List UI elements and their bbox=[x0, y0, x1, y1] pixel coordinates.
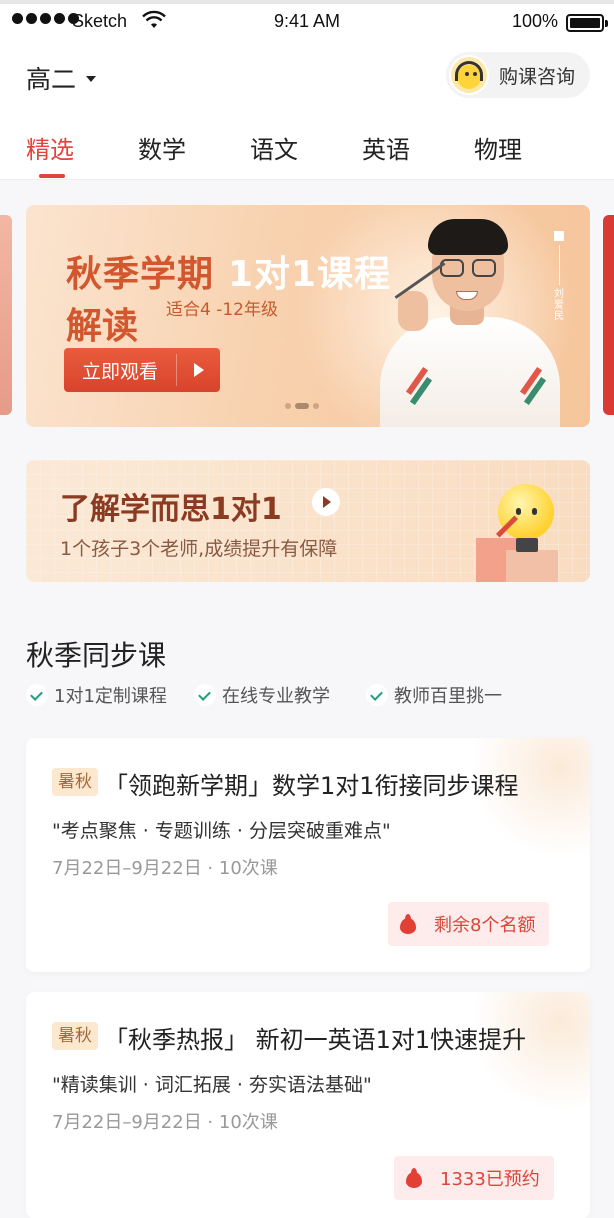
banner-title-part1: 秋季学期 bbox=[66, 254, 215, 295]
course-card[interactable]: 暑秋 「秋季热报」 新初一英语1对1快速提升 "精读集训 · 词汇拓展 · 夯实… bbox=[26, 992, 590, 1218]
status-bar: Sketch 9:41 AM 100% bbox=[0, 4, 614, 40]
check-icon bbox=[194, 684, 216, 706]
feature-label: 教师百里挑一 bbox=[394, 686, 502, 707]
teacher-name: 刘爱民 bbox=[554, 289, 564, 322]
course-status-badge: 剩余8个名额 bbox=[388, 902, 550, 946]
feature-item: 1对1定制课程 bbox=[26, 682, 167, 708]
tab-english[interactable]: 英语 bbox=[362, 130, 410, 165]
intro-subtitle: 1个孩子3个老师,成绩提升有保障 bbox=[60, 538, 338, 560]
fire-icon bbox=[400, 914, 416, 934]
consult-label: 购课咨询 bbox=[499, 65, 576, 88]
feature-item: 教师百里挑一 bbox=[366, 682, 502, 708]
check-icon bbox=[366, 684, 388, 706]
promo-banner[interactable]: 秋季学期 1对1课程 解读 适合4 -12年级 立即观看 刘爱民 bbox=[26, 205, 590, 427]
battery-percent: 100% bbox=[512, 11, 559, 31]
caret-down-icon bbox=[86, 76, 97, 82]
intro-card[interactable]: 了解学而思1对1 1个孩子3个老师,成绩提升有保障 bbox=[26, 460, 590, 582]
course-title: 「秋季热报」 新初一英语1对1快速提升 bbox=[104, 1026, 527, 1054]
course-status-badge: 1333已预约 bbox=[394, 1156, 554, 1200]
grade-label: 高二 bbox=[26, 65, 77, 94]
tab-featured[interactable]: 精选 bbox=[26, 130, 74, 165]
banner-title-line2: 解读 bbox=[66, 306, 139, 347]
feature-item: 在线专业教学 bbox=[194, 682, 330, 708]
play-icon bbox=[194, 363, 204, 377]
teacher-name-tag: 刘爱民 bbox=[552, 231, 566, 322]
feature-label: 1对1定制课程 bbox=[54, 686, 167, 707]
course-tag: 暑秋 bbox=[52, 768, 98, 796]
course-status-text: 剩余8个名额 bbox=[434, 915, 536, 936]
tab-active-indicator bbox=[39, 174, 65, 178]
watch-now-label: 立即观看 bbox=[81, 360, 158, 383]
carousel-prev-card[interactable] bbox=[0, 215, 12, 415]
lightbulb-mascot-icon bbox=[466, 480, 576, 582]
course-schedule: 7月22日–9月22日 · 10次课 bbox=[52, 858, 278, 879]
arrow-right-icon bbox=[312, 488, 340, 516]
teacher-photo bbox=[366, 213, 560, 427]
subject-tabs: 精选 数学 语文 英语 物理 bbox=[0, 126, 614, 180]
check-icon bbox=[26, 684, 48, 706]
course-title: 「领跑新学期」数学1对1衔接同步课程 bbox=[104, 772, 519, 800]
consult-button[interactable]: 购课咨询 bbox=[446, 52, 590, 98]
carousel-dot bbox=[313, 403, 319, 409]
feature-label: 在线专业教学 bbox=[222, 686, 330, 707]
course-description: "精读集训 · 词汇拓展 · 夯实语法基础" bbox=[52, 1074, 372, 1096]
carousel-indicator bbox=[285, 403, 319, 409]
course-description: "考点聚焦 · 专题训练 · 分层突破重难点" bbox=[52, 820, 391, 842]
course-tag: 暑秋 bbox=[52, 1022, 98, 1050]
grade-selector[interactable]: 高二 bbox=[26, 60, 97, 96]
section-title: 秋季同步课 bbox=[26, 639, 167, 672]
banner-subtitle: 适合4 -12年级 bbox=[166, 300, 278, 320]
course-status-text: 1333已预约 bbox=[440, 1169, 540, 1190]
tab-physics[interactable]: 物理 bbox=[474, 130, 522, 165]
carousel-next-card[interactable] bbox=[603, 215, 614, 415]
carousel-dot bbox=[295, 403, 309, 409]
carousel-dot bbox=[285, 403, 291, 409]
tab-chinese[interactable]: 语文 bbox=[250, 130, 298, 165]
tab-math[interactable]: 数学 bbox=[138, 130, 186, 165]
course-schedule: 7月22日–9月22日 · 10次课 bbox=[52, 1112, 278, 1133]
intro-title: 了解学而思1对1 bbox=[60, 492, 282, 527]
battery-icon bbox=[566, 14, 608, 32]
consultant-avatar-icon bbox=[449, 55, 489, 95]
watch-now-button[interactable]: 立即观看 bbox=[64, 348, 220, 392]
header: 高二 购课咨询 精选 数学 语文 英语 物理 bbox=[0, 40, 614, 180]
fire-icon bbox=[406, 1168, 422, 1188]
course-card[interactable]: 暑秋 「领跑新学期」数学1对1衔接同步课程 "考点聚焦 · 专题训练 · 分层突… bbox=[26, 738, 590, 972]
